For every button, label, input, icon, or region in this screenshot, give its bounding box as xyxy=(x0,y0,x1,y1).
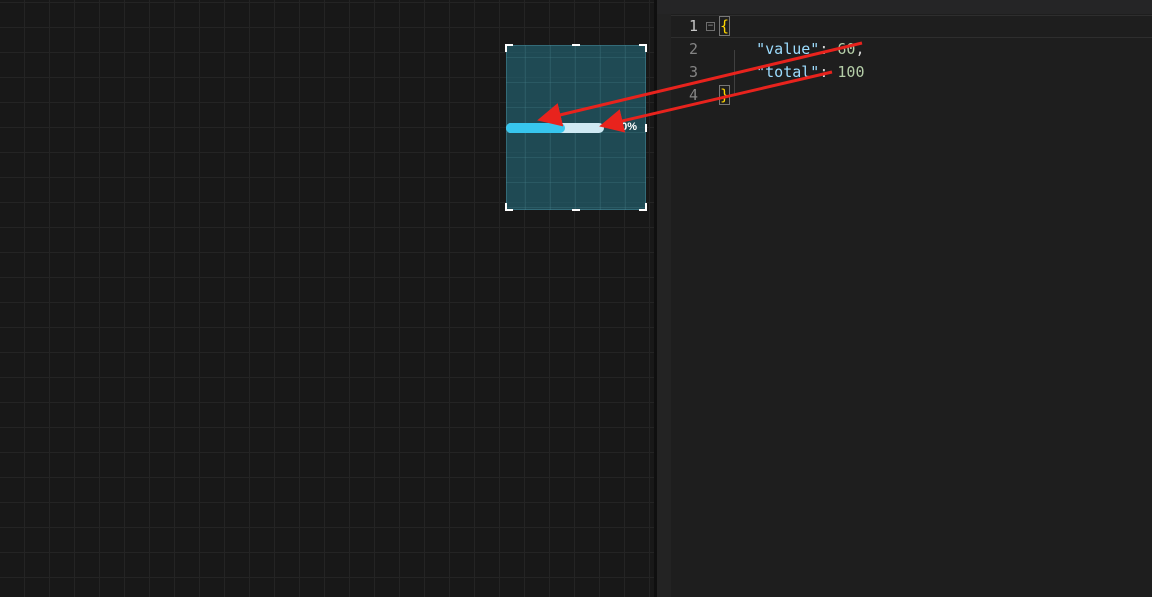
design-canvas[interactable]: 60% xyxy=(0,0,654,597)
json-key-value: "value" xyxy=(756,40,820,58)
resize-handle-bottom-left[interactable] xyxy=(505,203,513,211)
resize-handle-right[interactable] xyxy=(645,124,647,132)
code-line-3[interactable]: 3 "total": 100 xyxy=(671,61,1152,84)
editor-gutter xyxy=(657,14,671,597)
app-root: 60% 1 − { 2 "value": 60, 3 "total": 100 xyxy=(0,0,1152,597)
json-number-value: 60 xyxy=(837,40,856,58)
progress-widget[interactable]: 60% xyxy=(505,44,647,211)
comma: , xyxy=(855,40,865,58)
json-number-total: 100 xyxy=(837,63,865,81)
line-number: 4 xyxy=(688,86,698,104)
colon: : xyxy=(819,63,838,81)
resize-handle-top-right[interactable] xyxy=(639,44,647,52)
resize-handle-bottom[interactable] xyxy=(572,209,580,211)
json-key-total: "total" xyxy=(756,63,820,81)
line-number: 2 xyxy=(688,40,698,58)
resize-handle-top[interactable] xyxy=(572,44,580,46)
code-line-4[interactable]: 4 } xyxy=(671,84,1152,107)
code-line-1[interactable]: 1 − { xyxy=(671,15,1152,38)
progress-track xyxy=(506,123,604,133)
code-area[interactable]: 1 − { 2 "value": 60, 3 "total": 100 4 } xyxy=(671,14,1152,597)
code-line-2[interactable]: 2 "value": 60, xyxy=(671,38,1152,61)
line-number: 3 xyxy=(688,63,698,81)
open-brace: { xyxy=(718,16,731,36)
close-brace: } xyxy=(718,85,731,105)
colon: : xyxy=(819,40,838,58)
progress-label: 60% xyxy=(615,121,638,133)
line-number: 1 xyxy=(688,17,698,35)
fold-toggle-icon[interactable]: − xyxy=(706,22,715,31)
progress-fill xyxy=(506,123,565,133)
json-editor[interactable]: 1 − { 2 "value": 60, 3 "total": 100 4 } xyxy=(657,0,1152,597)
resize-handle-top-left[interactable] xyxy=(505,44,513,52)
editor-tab-bar xyxy=(657,0,1152,14)
resize-handle-bottom-right[interactable] xyxy=(639,203,647,211)
